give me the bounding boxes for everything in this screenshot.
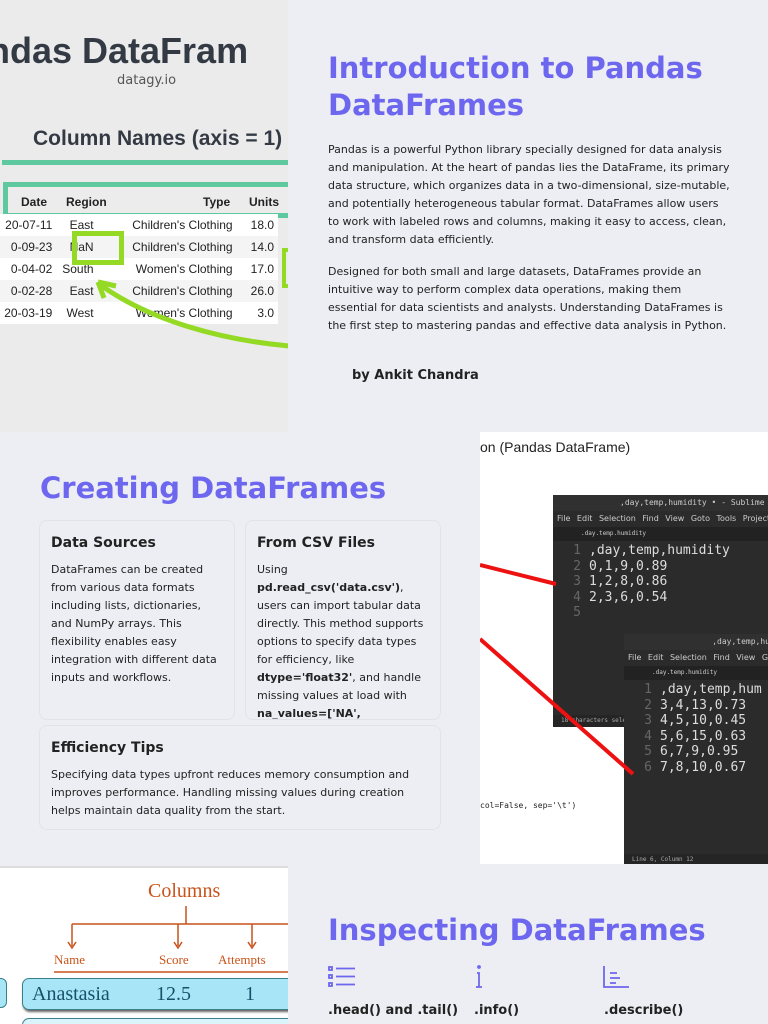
- red-arrows: [480, 563, 635, 776]
- inspecting-title: Inspecting DataFrames: [328, 913, 706, 947]
- inspect-info: .info(): [474, 1003, 520, 1018]
- info-icon: [476, 965, 482, 988]
- columns-diagram-image: Columns Name Score Attempts Anastasia 12…: [0, 866, 288, 1024]
- column-header: Score: [159, 952, 189, 967]
- inspect-head-tail: .head() and .tail(): [328, 1003, 459, 1018]
- card-title: From CSV Files: [257, 535, 375, 551]
- arrow-icon: [95, 248, 288, 349]
- author: by Ankit Chandra: [352, 368, 479, 383]
- chart-icon: [603, 966, 629, 988]
- card-text: Using pd.read_csv('data.csv'), users can…: [257, 563, 424, 720]
- list-icon: [328, 966, 355, 987]
- card-title: Data Sources: [51, 535, 156, 551]
- intro-title: Introduction to Pandas DataFrames: [328, 51, 703, 122]
- intro-paragraph-1: Pandas is a powerful Python library spec…: [328, 143, 730, 246]
- creating-title: Creating DataFrames: [40, 471, 387, 505]
- intro-paragraph-2: Designed for both small and large datase…: [328, 265, 727, 332]
- column-header: Attempts: [218, 952, 266, 967]
- card-text: Specifying data types upfront reduces me…: [51, 768, 410, 817]
- dataframe-illustration-image: ndas DataFram datagy.io Column Names (ax…: [0, 0, 288, 432]
- column-header: Name: [54, 952, 86, 967]
- inspect-describe: .describe(): [604, 1003, 684, 1018]
- card-efficiency: Efficiency Tips Specifying data types up…: [39, 725, 441, 830]
- card-data-sources: Data Sources DataFrames can be created f…: [39, 520, 235, 720]
- card-title: Efficiency Tips: [51, 740, 164, 756]
- data-row: Anastasia 12.5 1: [22, 978, 288, 1010]
- card-text: DataFrames can be created from various d…: [51, 563, 217, 684]
- card-csv: From CSV Files Using pd.read_csv('data.c…: [245, 520, 441, 720]
- csv-files-image: on (Pandas DataFrame) col=False, sep='\t…: [480, 432, 768, 864]
